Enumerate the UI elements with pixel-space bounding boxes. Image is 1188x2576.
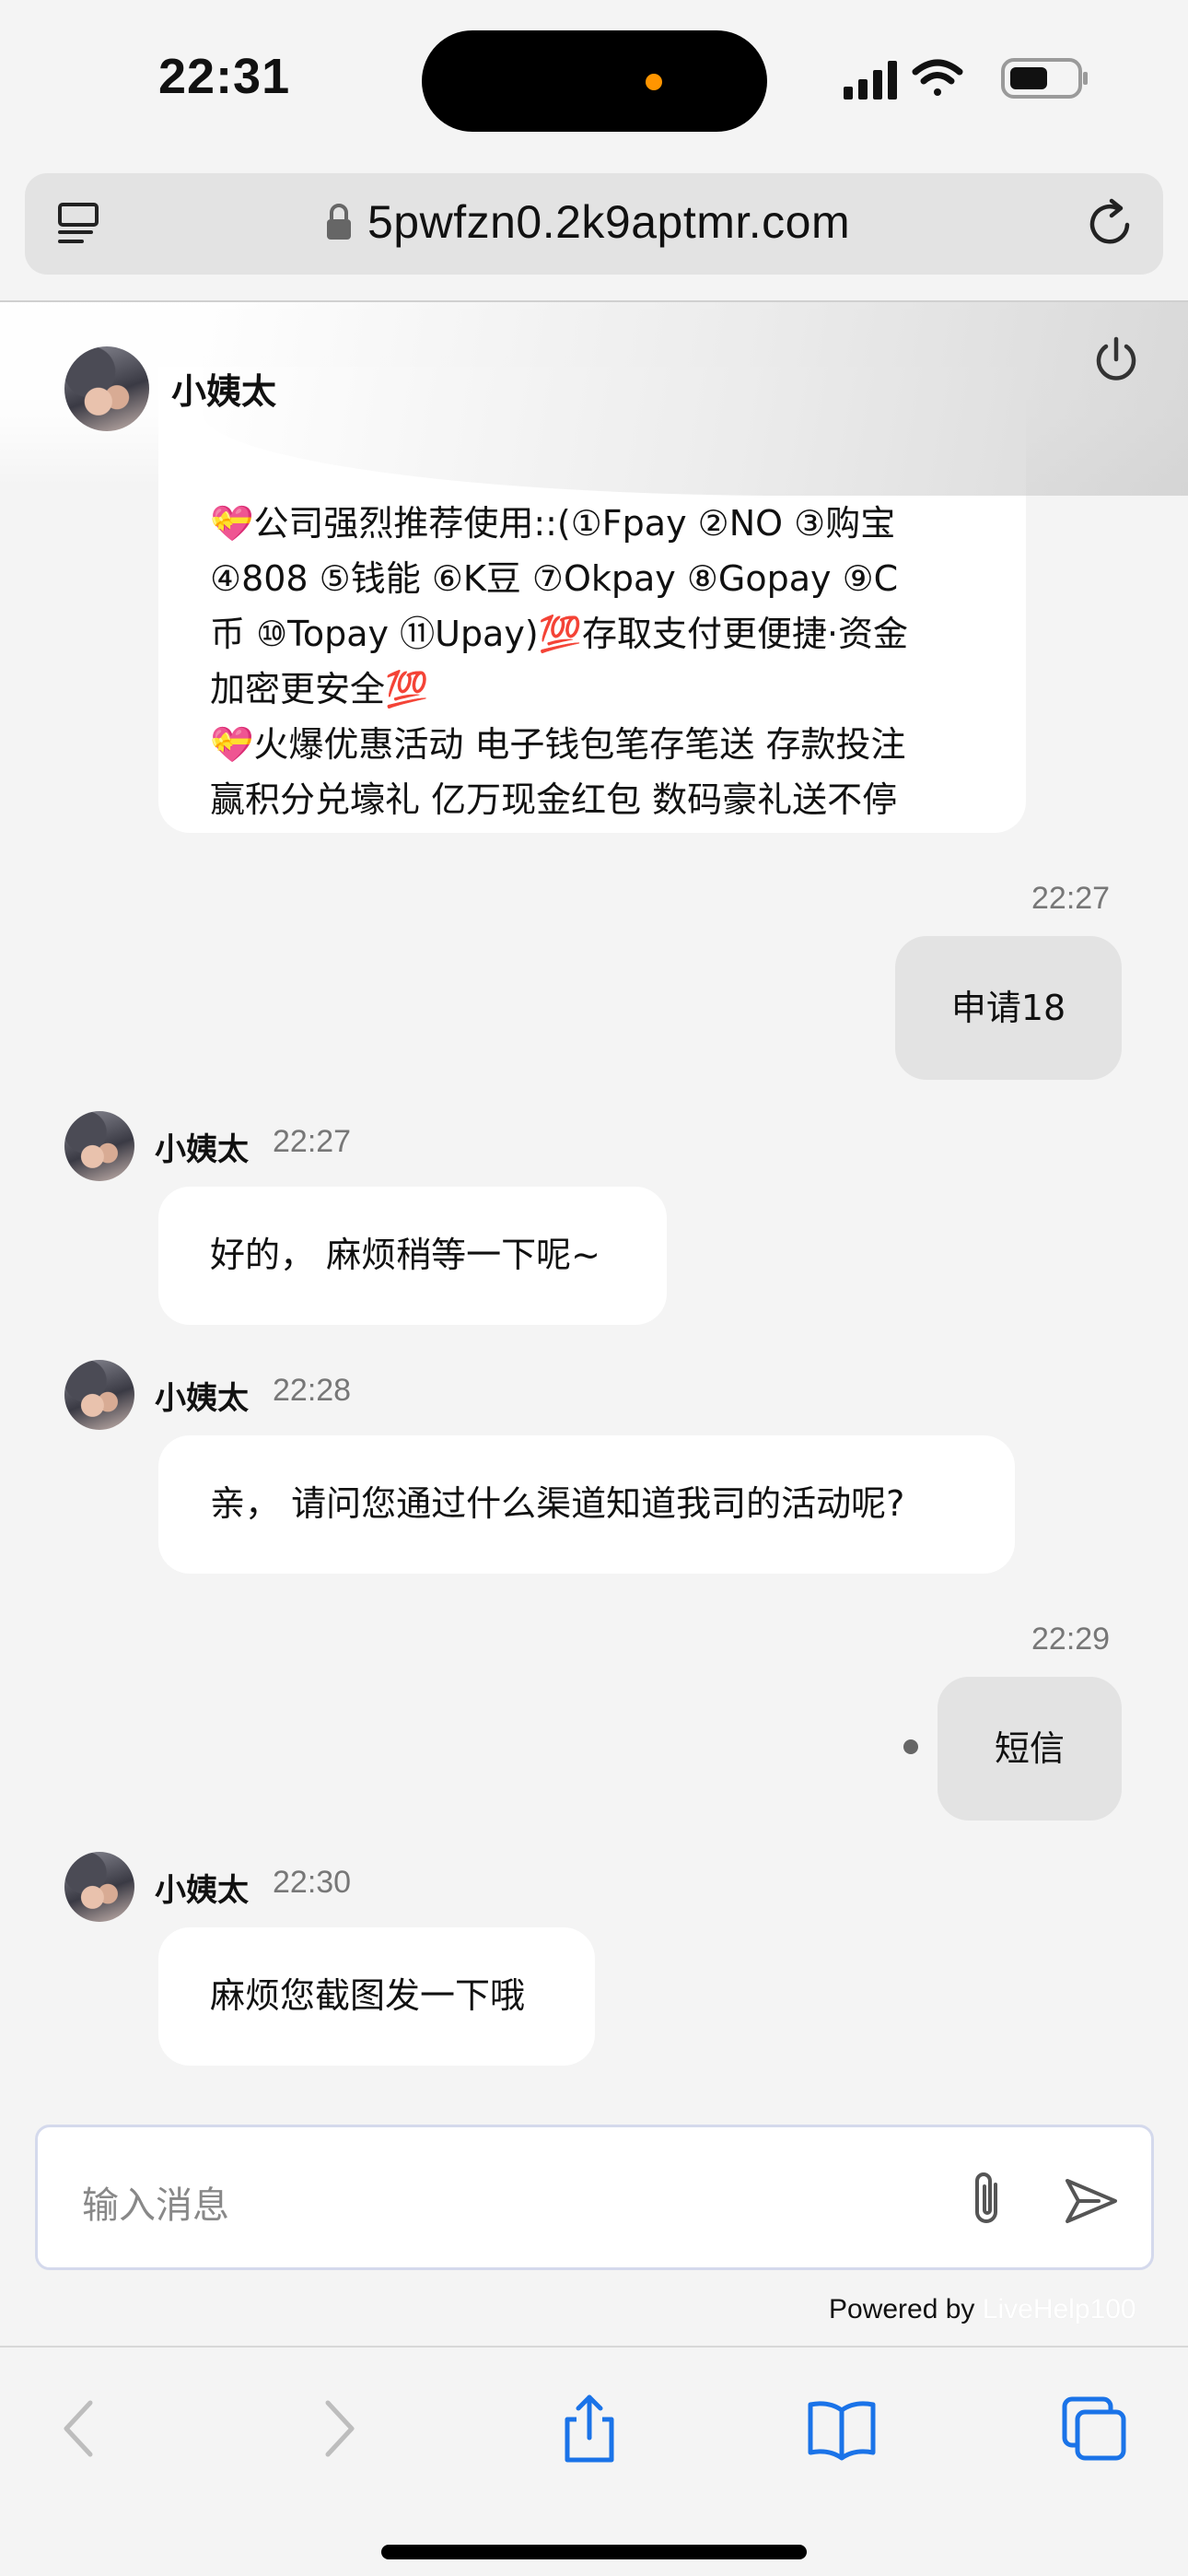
message-input-box[interactable]: 输入消息 xyxy=(35,2125,1154,2270)
promo-line: 加密更安全💯 xyxy=(210,669,429,709)
dynamic-island xyxy=(422,30,767,132)
address-bar[interactable]: 5pwfzn0.2k9aptmr.com xyxy=(25,173,1163,275)
agent-name: 小姨太 xyxy=(171,371,277,412)
message-time: 22:30 xyxy=(273,1865,352,1900)
promo-line: 赢积分兑壕礼 亿万现金红包 数码豪礼送不停 xyxy=(210,779,898,820)
agent-avatar xyxy=(64,1111,134,1181)
send-icon[interactable] xyxy=(1062,2172,1121,2231)
promo-line: 币 ⑩Topay ⑪Upay)💯存取支付更便捷·资金 xyxy=(210,614,909,654)
message-time: 22:29 xyxy=(1031,1622,1111,1657)
message-bubble-received: 麻烦您截图发一下哦 xyxy=(158,1927,595,2066)
message-time: 22:28 xyxy=(273,1373,352,1408)
promo-line: 💝公司强烈推荐使用::(①Fpay ②NO ③购宝 xyxy=(210,503,896,544)
message-sender: 小姨太 xyxy=(155,1380,249,1417)
agent-avatar xyxy=(64,1360,134,1430)
power-icon[interactable] xyxy=(1089,332,1144,387)
activity-indicator-dot xyxy=(646,74,662,90)
reader-mode-icon[interactable] xyxy=(54,199,106,251)
message-time: 22:27 xyxy=(273,1124,352,1159)
message-status-dot xyxy=(903,1739,918,1754)
message-time: 22:27 xyxy=(1031,881,1111,916)
agent-avatar xyxy=(64,346,149,431)
forward-chevron-icon[interactable] xyxy=(300,2392,374,2465)
powered-by-label: Powered by xyxy=(829,2294,975,2324)
status-icons xyxy=(844,58,1088,100)
wifi-icon xyxy=(912,59,963,96)
message-sender: 小姨太 xyxy=(155,1872,249,1909)
message-bubble-received: 亲， 请问您通过什么渠道知道我司的活动呢? xyxy=(158,1435,1015,1574)
url-text[interactable]: 5pwfzn0.2k9aptmr.com xyxy=(367,195,850,249)
status-bar: 22:31 xyxy=(0,0,1188,161)
reload-icon[interactable] xyxy=(1084,197,1137,251)
browser-toolbar xyxy=(0,2346,1188,2576)
book-icon[interactable] xyxy=(805,2392,879,2465)
tabs-icon[interactable] xyxy=(1057,2392,1131,2465)
promo-line: ④808 ⑤钱能 ⑥K豆 ⑦Okpay ⑧Gopay ⑨C xyxy=(210,558,899,599)
chat-page[interactable]: 💝公司强烈推荐使用::(①Fpay ②NO ③购宝 ④808 ⑤钱能 ⑥K豆 ⑦… xyxy=(0,300,1188,2346)
powered-by-brand[interactable]: LiveHelp100 xyxy=(983,2294,1136,2324)
agent-avatar xyxy=(64,1852,134,1922)
paperclip-icon[interactable] xyxy=(959,2168,1014,2232)
promo-line: 💝火爆优惠活动 电子钱包笔存笔送 存款投注 xyxy=(210,724,906,765)
battery-icon xyxy=(1001,58,1088,99)
back-chevron-icon[interactable] xyxy=(44,2392,118,2465)
message-sender: 小姨太 xyxy=(155,1131,249,1168)
chat-header: 小姨太 xyxy=(0,302,1188,496)
lock-icon xyxy=(327,204,351,240)
message-bubble-sent: 短信 xyxy=(938,1677,1122,1821)
signal-icon xyxy=(844,61,897,100)
message-input[interactable]: 输入消息 xyxy=(82,2175,229,2229)
share-icon[interactable] xyxy=(553,2392,626,2465)
home-indicator xyxy=(381,2545,807,2559)
message-bubble-received: 好的， 麻烦稍等一下呢~ xyxy=(158,1187,667,1325)
message-bubble-sent: 申请18 xyxy=(895,936,1122,1080)
header-shade xyxy=(203,302,1188,496)
status-time: 22:31 xyxy=(158,49,291,104)
powered-by: Powered by LiveHelp100 xyxy=(829,2294,1136,2325)
